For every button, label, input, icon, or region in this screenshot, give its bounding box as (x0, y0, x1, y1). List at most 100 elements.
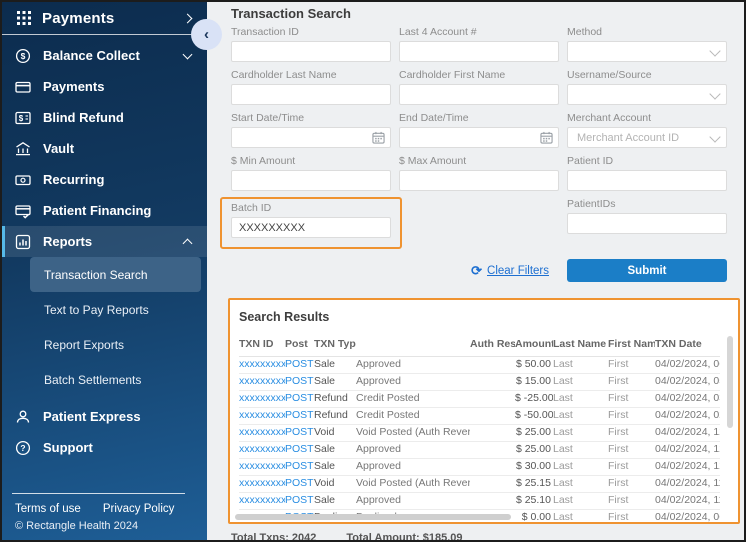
max-amount-input[interactable] (399, 170, 559, 191)
sidebar-item-reports[interactable]: Reports (2, 226, 207, 257)
vertical-scrollbar[interactable] (727, 336, 733, 428)
sidebar-title: Payments (42, 10, 114, 27)
post-link[interactable]: POST (285, 409, 314, 421)
method-select[interactable] (567, 41, 727, 62)
batch-id-highlight: Batch ID (220, 197, 402, 249)
horizontal-scrollbar[interactable] (235, 514, 511, 520)
search-results-highlight: Search Results TXN ID Post TXN Type Auth… (228, 298, 740, 524)
post-link[interactable]: POST (285, 392, 314, 404)
table-row: xxxxxxxxx POST Sale Approved $ 25.10 Las… (239, 493, 720, 510)
username-source-select[interactable] (567, 84, 727, 105)
calendar-icon[interactable] (372, 131, 385, 149)
sidebar-item-patient-financing[interactable]: Patient Financing (2, 195, 207, 226)
sidebar-nav: $ Balance Collect Payments $ Blind Refun… (2, 40, 207, 257)
person-icon (14, 408, 31, 425)
sidebar-collapse-button[interactable]: ‹ (191, 19, 222, 50)
field-cardholder-first-name: Cardholder First Name (399, 66, 559, 105)
field-cardholder-last-name: Cardholder Last Name (231, 66, 391, 105)
total-txns: Total Txns: 2042 (231, 532, 316, 540)
bar-chart-icon (14, 233, 31, 250)
sidebar: Payments $ Balance Collect Payments $ (2, 2, 207, 540)
sidebar-item-label: Payments (43, 79, 104, 94)
sidebar-subitem-report-exports[interactable]: Report Exports (30, 327, 201, 362)
txn-id-link[interactable]: xxxxxxxxx (239, 409, 285, 421)
end-date-input[interactable] (399, 127, 559, 148)
sidebar-subitem-transaction-search[interactable]: Transaction Search (30, 257, 201, 292)
sidebar-item-label: Recurring (43, 172, 104, 187)
results-header-row: TXN ID Post TXN Type Auth Resp Amount La… (239, 334, 720, 357)
post-link[interactable]: POST (285, 494, 314, 506)
sidebar-header[interactable]: Payments (2, 2, 207, 35)
txn-id-link[interactable]: xxxxxxxxx (239, 426, 285, 438)
field-min-amount: $ Min Amount (231, 152, 391, 191)
question-circle-icon: ? (14, 439, 31, 456)
sidebar-item-balance-collect[interactable]: $ Balance Collect (2, 40, 207, 71)
credit-card-icon (14, 78, 31, 95)
cash-icon (14, 171, 31, 188)
min-amount-input[interactable] (231, 170, 391, 191)
grid-icon (15, 10, 32, 27)
sidebar-item-patient-express[interactable]: Patient Express (2, 401, 207, 432)
sidebar-subitem-text-to-pay-reports[interactable]: Text to Pay Reports (30, 292, 201, 327)
calendar-icon[interactable] (540, 131, 553, 149)
col-response (356, 334, 470, 357)
txn-id-link[interactable]: xxxxxxxxx (239, 358, 285, 370)
submit-button[interactable]: Submit (567, 259, 727, 282)
txn-id-link[interactable]: xxxxxxxxx (239, 460, 285, 472)
sidebar-item-payments[interactable]: Payments (2, 71, 207, 102)
start-date-input[interactable] (231, 127, 391, 148)
chevron-down-icon (709, 45, 720, 56)
post-link[interactable]: POST (285, 375, 314, 387)
field-start-date: Start Date/Time (231, 109, 391, 148)
col-txn-type: TXN Type (314, 334, 356, 357)
post-link[interactable]: POST (285, 426, 314, 438)
table-row: xxxxxxxxx POST Refund Credit Posted $ -2… (239, 391, 720, 408)
chevron-up-icon (183, 238, 193, 248)
reports-submenu: Transaction Search Text to Pay Reports R… (2, 257, 207, 397)
sidebar-subitem-batch-settlements[interactable]: Batch Settlements (30, 362, 201, 397)
table-row: xxxxxxxxx POST Refund Credit Posted $ -5… (239, 408, 720, 425)
cardholder-last-name-input[interactable] (231, 84, 391, 105)
svg-text:$: $ (20, 51, 25, 61)
patient-ids-input[interactable] (567, 213, 727, 234)
post-link[interactable]: POST (285, 443, 314, 455)
table-row: xxxxxxxxx POST Sale Approved $ 50.00 Las… (239, 357, 720, 374)
total-amount: Total Amount: $185.09 (346, 532, 462, 540)
chevron-down-icon (183, 49, 193, 59)
transaction-id-input[interactable] (231, 41, 391, 62)
sidebar-item-blind-refund[interactable]: $ Blind Refund (2, 102, 207, 133)
txn-id-link[interactable]: xxxxxxxxx (239, 443, 285, 455)
patient-id-input[interactable] (567, 170, 727, 191)
col-auth-resp: Auth Resp (470, 334, 515, 357)
page-title: Transaction Search (231, 6, 744, 21)
txn-id-link[interactable]: xxxxxxxxx (239, 375, 285, 387)
sidebar-item-support[interactable]: ? Support (2, 432, 207, 463)
terms-of-use-link[interactable]: Terms of use (15, 503, 81, 515)
main-content: Transaction Search Transaction ID Last 4… (207, 2, 744, 540)
app-window: Payments $ Balance Collect Payments $ (0, 0, 746, 542)
txn-id-link[interactable]: xxxxxxxxx (239, 477, 285, 489)
field-patient-id: Patient ID (567, 152, 727, 191)
merchant-account-select[interactable]: Merchant Account ID (567, 127, 727, 148)
refresh-icon: ⟳ (471, 263, 482, 279)
post-link[interactable]: POST (285, 460, 314, 472)
sidebar-item-label: Patient Express (43, 409, 141, 424)
sidebar-item-label: Patient Financing (43, 203, 151, 218)
post-link[interactable]: POST (285, 358, 314, 370)
txn-id-link[interactable]: xxxxxxxxx (239, 494, 285, 506)
txn-id-link[interactable]: xxxxxxxxx (239, 392, 285, 404)
clear-filters-link[interactable]: ⟳ Clear Filters (471, 263, 549, 279)
sidebar-item-vault[interactable]: Vault (2, 133, 207, 164)
batch-id-input[interactable] (231, 217, 391, 238)
sidebar-item-label: Vault (43, 141, 74, 156)
sidebar-item-recurring[interactable]: Recurring (2, 164, 207, 195)
table-row: xxxxxxxxx POST Void Void Posted (Auth Re… (239, 476, 720, 493)
last4-account-input[interactable] (399, 41, 559, 62)
cardholder-first-name-input[interactable] (399, 84, 559, 105)
dollar-circle-icon: $ (14, 47, 31, 64)
col-first-name: First Name (608, 334, 655, 357)
field-max-amount: $ Max Amount (399, 152, 559, 191)
form-actions: ⟳ Clear Filters Submit (231, 259, 727, 282)
privacy-policy-link[interactable]: Privacy Policy (103, 503, 175, 515)
post-link[interactable]: POST (285, 477, 314, 489)
